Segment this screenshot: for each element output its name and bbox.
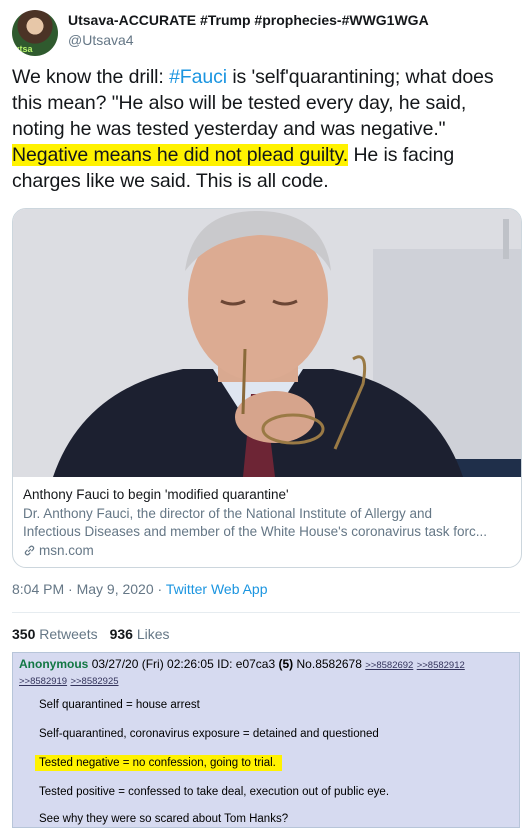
post-date: 03/27/20 (Fri) 02:26:05 [91,657,214,671]
display-name[interactable]: Utsava-ACCURATE #Trump #prophecies-#WWG1… [68,12,429,28]
divider [12,612,520,613]
source-link[interactable]: Twitter Web App [166,581,268,597]
user-handle[interactable]: @Utsava4 [68,32,134,48]
card-body: Anthony Fauci to begin 'modified quarant… [23,487,513,558]
retweets-label: Retweets [39,626,98,642]
post-line: See why they were so scared about Tom Ha… [39,813,289,825]
card-description-line-2: Infectious Diseases and member of the Wh… [23,524,488,539]
reply-link[interactable]: >>8582912 [417,660,465,671]
card-description: Dr. Anthony Fauci, the director of the N… [23,505,513,541]
likes-count: 936 [109,626,133,642]
post-id: ID: e07ca3 [217,657,276,671]
reply-link[interactable]: >>8582919 [19,676,67,687]
post-line: Self quarantined = house arrest [39,699,200,711]
post-number: No.8582678 [296,657,362,671]
post-line-highlighted: Tested negative = no confession, going t… [35,755,282,771]
hashtag-link[interactable]: #Fauci [169,66,227,88]
likes-stat[interactable]: 936 Likes [110,626,170,642]
post-line: Tested positive = confessed to take deal… [39,786,390,798]
reply-link[interactable]: >>8582692 [365,660,413,671]
tweet-text: We know the drill: #Fauci is 'self'quara… [12,64,516,194]
poster-name: Anonymous [19,657,89,671]
highlighted-text: Negative means he did not plead guilty. [12,144,349,166]
portrait-illustration [13,209,521,477]
card-description-line-1: Dr. Anthony Fauci, the director of the N… [23,506,432,521]
link-icon [24,545,35,556]
retweets-stat[interactable]: 350 Retweets [12,626,98,642]
retweets-count: 350 [12,626,36,642]
tweet-text-part-1: We know the drill: [12,66,170,88]
card-domain[interactable]: msn.com [23,543,513,558]
highlighted-post-line: Tested negative = no confession, going t… [35,755,282,771]
likes-label: Likes [136,626,170,642]
post-line: Self-quarantined, coronavirus exposure =… [39,728,379,740]
timestamp[interactable]: 8:04 PM · May 9, 2020 · [12,581,166,597]
engagement-stats: 350 Retweets 936 Likes [12,626,170,642]
avatar[interactable]: utsa [12,10,58,56]
reply-count: (5) [278,657,294,671]
link-preview-card[interactable]: Anthony Fauci to begin 'modified quarant… [12,208,522,568]
card-title[interactable]: Anthony Fauci to begin 'modified quarant… [23,487,513,502]
tweet-meta: 8:04 PM · May 9, 2020 · Twitter Web App [12,581,268,597]
post-header: Anonymous 03/27/20 (Fri) 02:26:05 ID: e0… [19,657,515,689]
reply-link[interactable]: >>8582925 [70,676,118,687]
avatar-label: utsa [14,44,33,54]
tweet-header: utsa Utsava-ACCURATE #Trump #prophecies-… [12,10,512,56]
card-image [13,209,521,477]
card-domain-text: msn.com [39,543,94,558]
embedded-post-screenshot: Anonymous 03/27/20 (Fri) 02:26:05 ID: e0… [12,652,520,828]
